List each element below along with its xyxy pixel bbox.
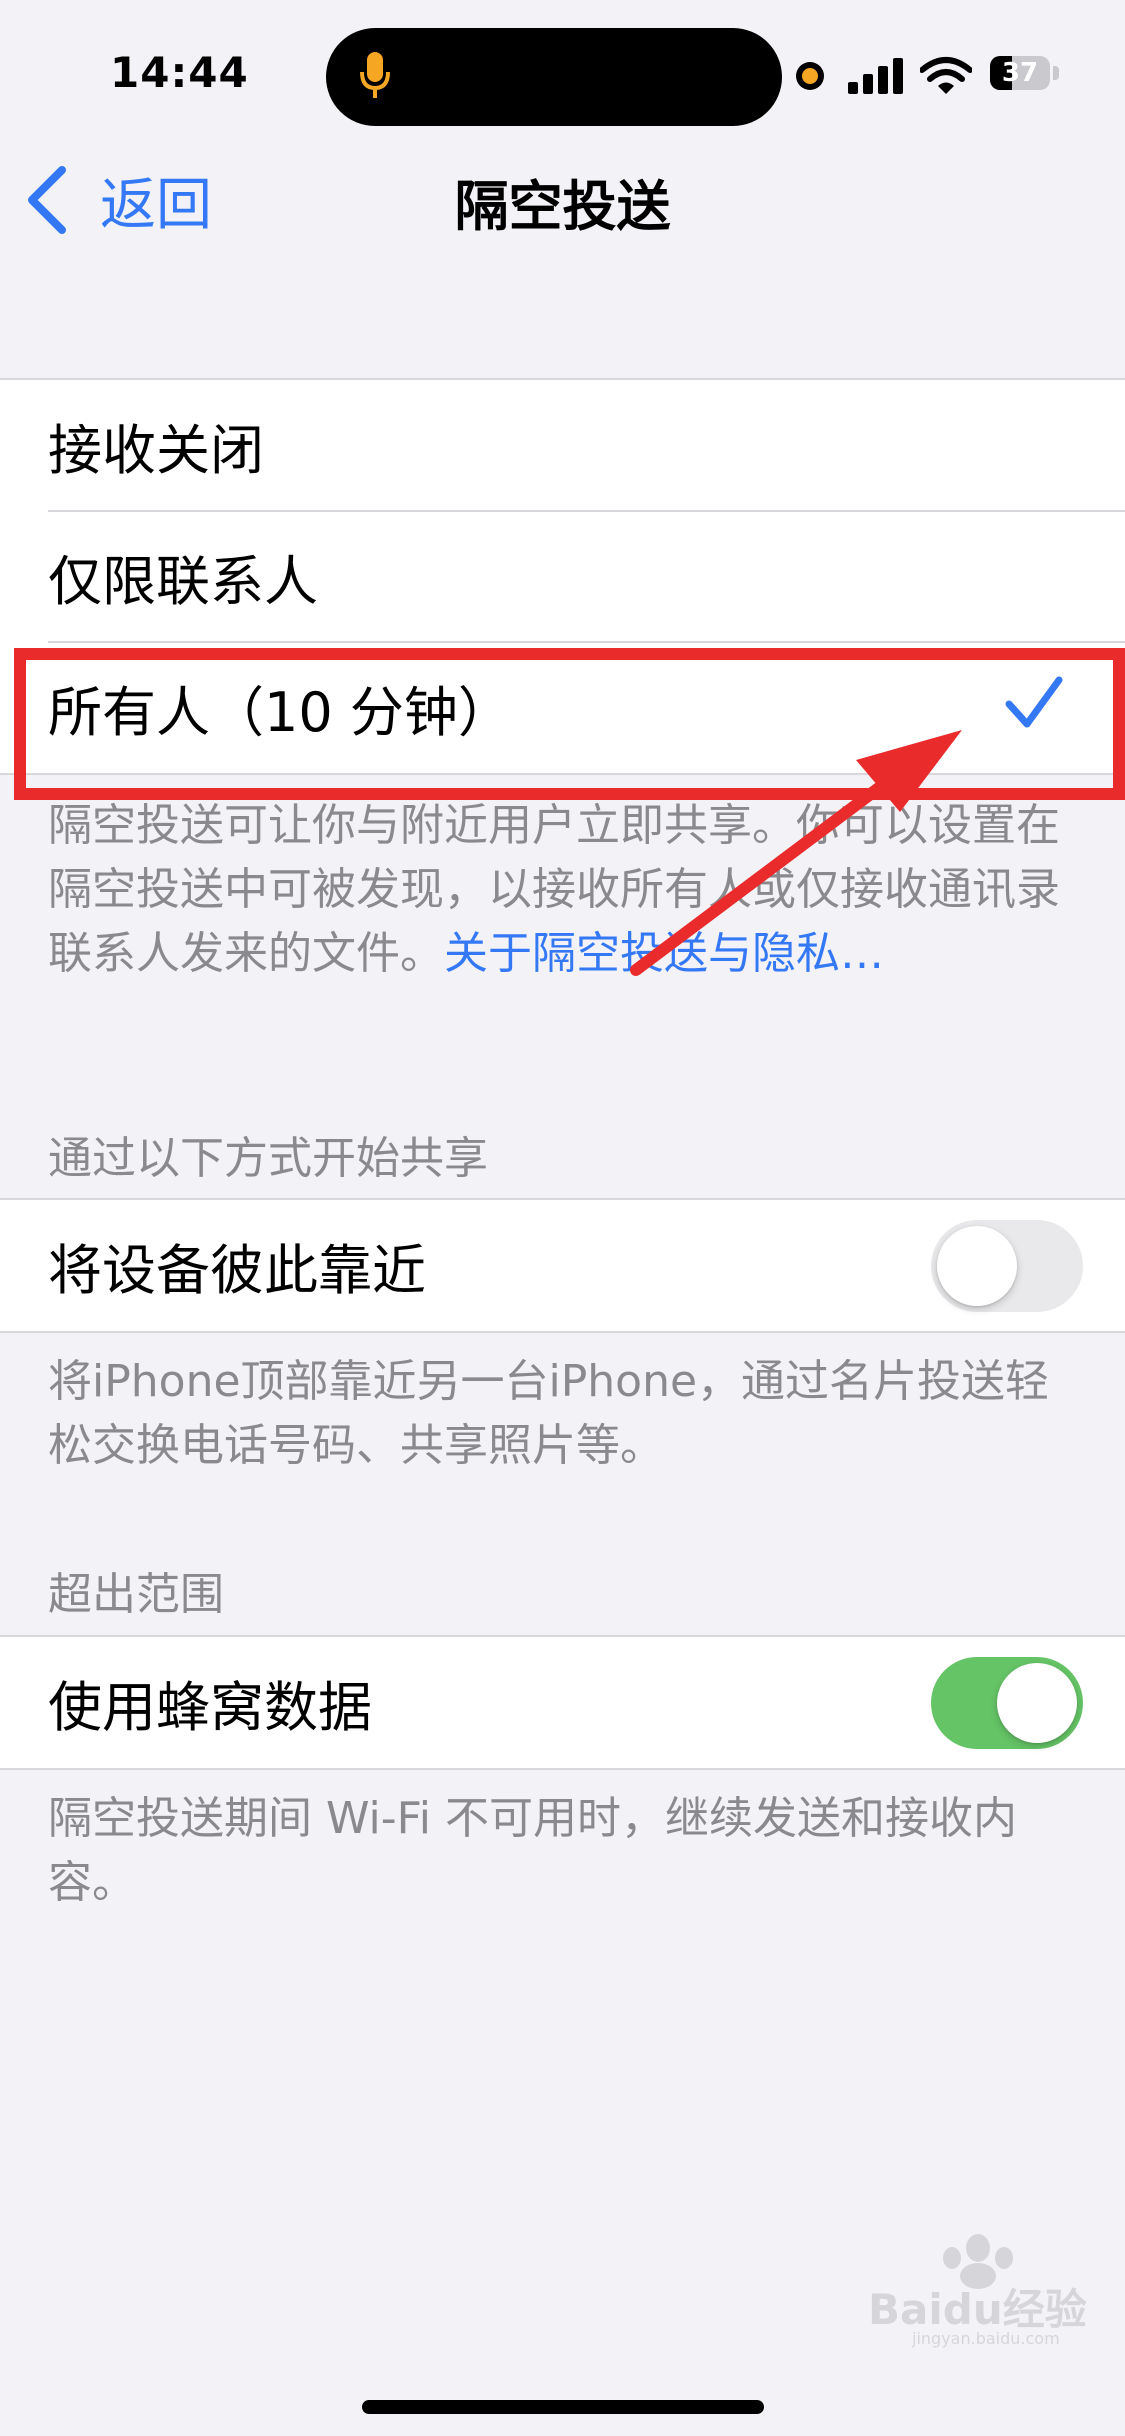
group-bottom-border bbox=[0, 1768, 1125, 1770]
group-bottom-border bbox=[0, 773, 1125, 775]
cellular-signal-icon bbox=[848, 58, 903, 94]
option-receive-off[interactable]: 接收关闭 bbox=[0, 380, 1125, 511]
battery-tip bbox=[1053, 66, 1059, 80]
use-cellular-data-toggle[interactable] bbox=[931, 1657, 1083, 1749]
receive-footer: 隔空投送可让你与附近用户立即共享。你可以设置在隔空投送中可被发现，以接收所有人或… bbox=[48, 794, 1088, 986]
row-label: 使用蜂窝数据 bbox=[48, 1676, 372, 1739]
page-title: 隔空投送 bbox=[454, 175, 671, 238]
option-contacts-only[interactable]: 仅限联系人 bbox=[0, 511, 1125, 642]
start-sharing-footer: 将iPhone顶部靠近另一台iPhone，通过名片投送轻松交换电话号码、共享照片… bbox=[48, 1356, 1050, 1471]
privacy-indicator-dot bbox=[796, 62, 824, 90]
option-label: 接收关闭 bbox=[48, 419, 264, 482]
option-label: 仅限联系人 bbox=[48, 550, 318, 613]
option-everyone-10-min[interactable]: 所有人（10 分钟） bbox=[0, 642, 1125, 773]
group-bottom-border bbox=[0, 1331, 1125, 1333]
row-label: 将设备彼此靠近 bbox=[48, 1239, 426, 1302]
dynamic-island bbox=[326, 28, 782, 126]
out-of-range-footer: 隔空投送期间 Wi-Fi 不可用时，继续发送和接收内容。 bbox=[48, 1793, 1017, 1908]
bring-devices-together-toggle[interactable] bbox=[931, 1220, 1083, 1312]
status-time: 14:44 bbox=[110, 48, 249, 97]
wifi-icon bbox=[920, 57, 972, 94]
out-of-range-header: 超出范围 bbox=[48, 1569, 224, 1620]
toggle-knob bbox=[937, 1226, 1017, 1306]
airdrop-privacy-link[interactable]: 关于隔空投送与隐私… bbox=[444, 928, 884, 979]
start-sharing-group: 将设备彼此靠近 bbox=[0, 1200, 1125, 1331]
use-cellular-data-row: 使用蜂窝数据 bbox=[0, 1637, 1125, 1768]
bring-devices-together-row: 将设备彼此靠近 bbox=[0, 1200, 1125, 1331]
watermark-subtext: jingyan.baidu.com bbox=[911, 2329, 1060, 2348]
out-of-range-group: 使用蜂窝数据 bbox=[0, 1637, 1125, 1768]
option-label: 所有人（10 分钟） bbox=[48, 681, 512, 744]
battery-percent: 37 bbox=[1001, 58, 1039, 88]
start-sharing-header: 通过以下方式开始共享 bbox=[48, 1133, 488, 1184]
receive-options-group: 接收关闭 仅限联系人 所有人（10 分钟） bbox=[0, 380, 1125, 773]
watermark-text: Baidu经验 bbox=[868, 2285, 1087, 2334]
microphone-icon bbox=[360, 52, 390, 98]
baidu-watermark-logo: Baidu经验 jingyan.baidu.com bbox=[868, 2234, 1087, 2348]
toggle-knob bbox=[997, 1663, 1077, 1743]
checkmark-icon bbox=[1005, 676, 1063, 728]
home-indicator[interactable] bbox=[362, 2400, 764, 2414]
battery-icon: 37 bbox=[990, 56, 1050, 90]
